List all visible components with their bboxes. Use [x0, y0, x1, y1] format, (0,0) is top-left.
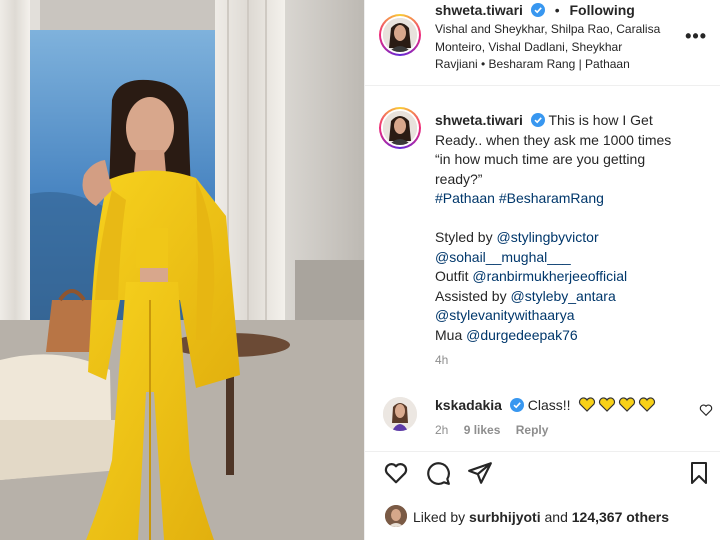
comment-meta: 2h 9 likes Reply	[435, 423, 560, 437]
likes-summary: Liked by surbhijyoti and 124,367 others	[365, 495, 720, 540]
audio-link[interactable]: Vishal and Sheykhar, Shilpa Rao, Caralis…	[435, 21, 665, 74]
following-button[interactable]: Following	[570, 2, 635, 18]
verified-badge-icon	[530, 3, 545, 17]
caption-username[interactable]: shweta.tiwari	[435, 112, 523, 128]
comment-like-heart-icon[interactable]	[699, 403, 713, 417]
mention-link[interactable]: @stylingbyvictor	[496, 229, 598, 245]
commenter-avatar[interactable]	[383, 397, 417, 431]
save-bookmark-icon[interactable]	[687, 460, 711, 486]
caption-text-line: ready?”	[435, 170, 483, 187]
comment-timestamp[interactable]: 2h	[435, 423, 448, 437]
comment-item: kskadakia Class!! 2h 9 likes Reply	[365, 390, 720, 446]
liked-by-joiner: and	[544, 509, 568, 525]
verified-badge-icon	[530, 113, 545, 127]
post-details-panel: shweta.tiwari • Following Vishal and She…	[364, 0, 720, 540]
post-actions-bar	[365, 451, 720, 495]
mention-link[interactable]: @sohail__mughal___	[435, 248, 705, 268]
caption-text-line: Ready.. when they ask me 1000 times	[435, 131, 672, 148]
mention-link[interactable]: @durgedeepak76	[466, 327, 578, 343]
liked-by-prefix: Liked by	[413, 509, 466, 525]
mention-link[interactable]: @stylevanitywithaarya	[435, 306, 705, 326]
styled-by-label: Styled by	[435, 229, 493, 245]
share-paper-plane-icon[interactable]	[467, 460, 493, 486]
comment-likes-count[interactable]: 9 likes	[464, 423, 501, 437]
post-caption: shweta.tiwari This is how I Get Ready.. …	[435, 111, 705, 345]
author-username[interactable]: shweta.tiwari	[435, 2, 523, 18]
caption-hashtags[interactable]: #Pathaan #BesharamRang	[435, 189, 705, 209]
verified-badge-icon	[509, 398, 524, 412]
mua-label: Mua	[435, 326, 463, 343]
commenter-username[interactable]: kskadakia	[435, 397, 502, 413]
liker-avatar[interactable]	[385, 505, 407, 527]
video-frame	[0, 0, 364, 540]
mention-link[interactable]: @styleby_antara	[510, 288, 615, 304]
header-title-row: shweta.tiwari • Following	[435, 2, 635, 18]
yellow-hearts-emoji-icon	[579, 397, 656, 412]
more-options-icon[interactable]: •••	[685, 26, 707, 47]
author-avatar[interactable]	[379, 14, 421, 56]
likes-text: Liked by surbhijyoti and 124,367 others	[413, 509, 669, 525]
post-video[interactable]	[0, 0, 364, 540]
like-heart-icon[interactable]	[383, 460, 409, 486]
caption-author-avatar[interactable]	[379, 107, 421, 149]
caption-timestamp[interactable]: 4h	[435, 353, 448, 367]
caption-text-line: “in how much time are you getting	[435, 151, 646, 167]
liker-username[interactable]: surbhijyoti	[469, 509, 541, 525]
mention-link[interactable]: @ranbirmukherjeeofficial	[472, 268, 627, 284]
comments-section: shweta.tiwari This is how I Get Ready.. …	[365, 87, 720, 451]
reply-button[interactable]: Reply	[516, 423, 549, 437]
likes-count[interactable]: 124,367 others	[572, 509, 669, 525]
comment-bubble-icon[interactable]	[425, 460, 451, 486]
header-separator: •	[554, 2, 560, 18]
post-header: shweta.tiwari • Following Vishal and She…	[365, 0, 720, 86]
comment-text: Class!!	[527, 397, 571, 413]
assisted-by-label: Assisted by	[435, 287, 507, 304]
caption-text-line: This is how I Get	[548, 112, 653, 128]
outfit-label: Outfit	[435, 268, 469, 284]
comment-body: kskadakia Class!!	[435, 397, 660, 413]
